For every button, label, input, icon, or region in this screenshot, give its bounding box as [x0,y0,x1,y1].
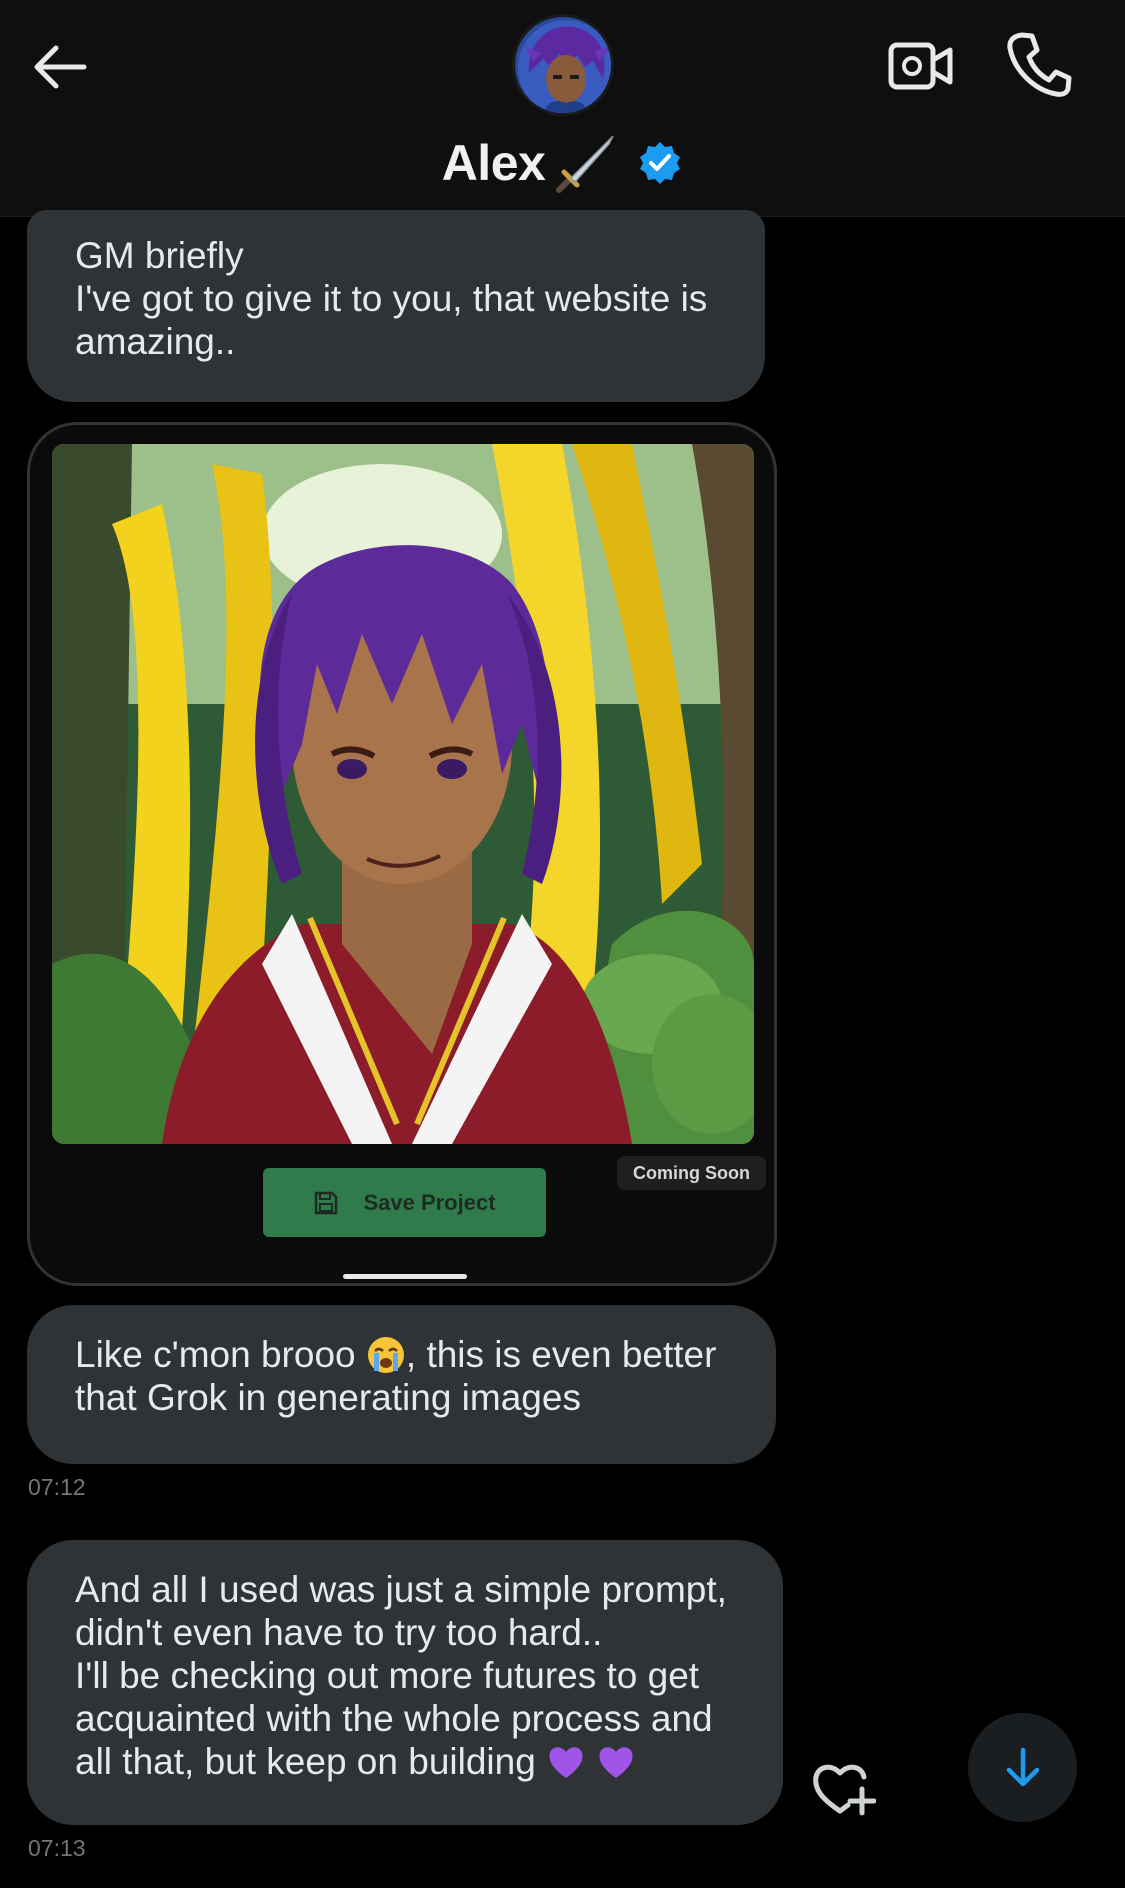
avatar-image [515,17,611,113]
contact-name: Alex [441,135,546,191]
contact-title[interactable]: Alex [0,128,1125,198]
message-bubble[interactable]: Like c'mon brooo , this is even better t… [27,1305,776,1464]
video-call-button[interactable] [888,38,954,94]
contact-avatar[interactable] [512,14,614,116]
scroll-to-bottom-button[interactable] [968,1713,1077,1822]
message-bubble[interactable]: And all I used was just a simple prompt,… [27,1540,783,1825]
video-camera-icon [888,42,953,90]
loudly-crying-face-emoji [367,1337,404,1373]
verified-badge-icon [640,142,681,184]
conversation-header: Alex [0,0,1125,217]
message-bubble[interactable]: GM briefly I've got to give it to you, t… [27,210,765,402]
message-timestamp: 07:13 [28,1835,86,1861]
coming-soon-badge: Coming Soon [617,1156,766,1190]
anime-portrait-image[interactable] [52,444,754,1144]
phone-icon [1007,32,1072,97]
save-project-button[interactable]: Save Project [263,1168,546,1237]
dagger-icon [556,135,614,193]
save-icon [315,1191,338,1214]
purple-heart-emoji [549,1747,583,1778]
arrow-down-icon [1006,1747,1039,1786]
message-text: Like c'mon brooo [75,1334,366,1375]
message-timestamp: 07:12 [28,1474,86,1500]
back-button[interactable] [30,40,92,94]
home-indicator [343,1274,467,1279]
heart-plus-icon [813,1764,877,1816]
arrow-left-icon [34,45,87,89]
voice-call-button[interactable] [1006,30,1072,98]
add-reaction-button[interactable] [810,1755,877,1819]
save-project-label: Save Project [363,1189,496,1215]
purple-heart-emoji [599,1747,633,1778]
image-attachment[interactable]: Coming Soon Save Project [27,422,777,1286]
